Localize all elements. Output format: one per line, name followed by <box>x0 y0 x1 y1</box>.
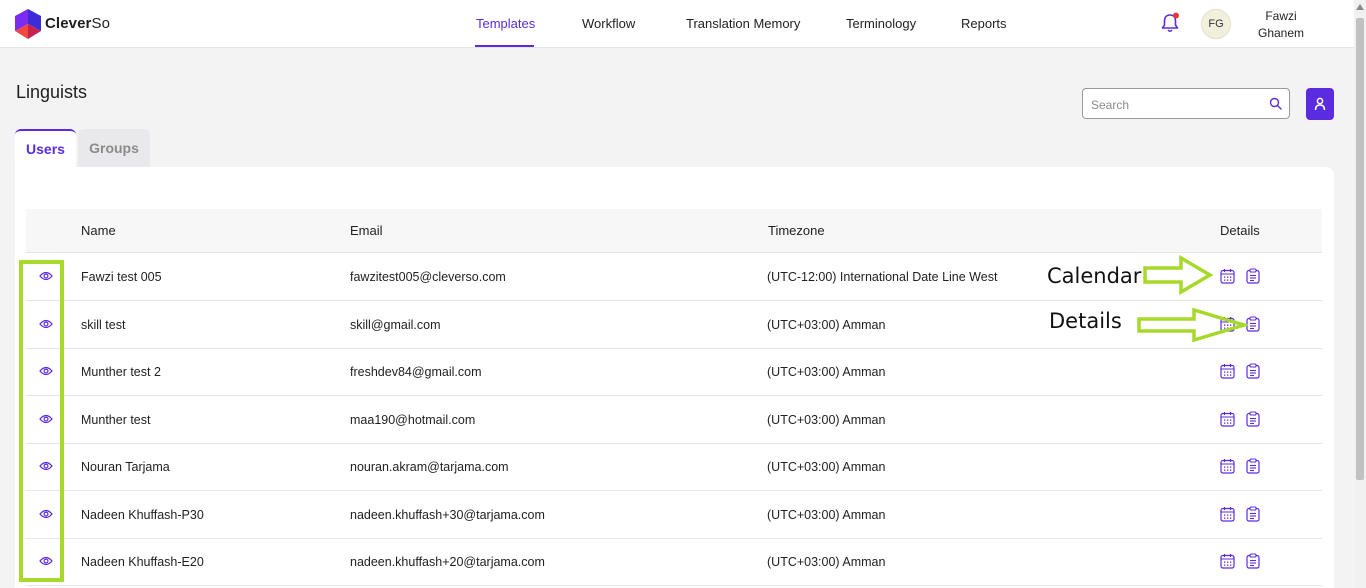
nav-translation-memory[interactable]: Translation Memory <box>686 16 800 31</box>
cell-name: Munther test 2 <box>81 365 161 379</box>
calendar-icon[interactable] <box>1220 458 1235 474</box>
cell-name: Nouran Tarjama <box>81 460 170 474</box>
cell-name: Nadeen Khuffash-P30 <box>81 508 204 522</box>
nav-reports[interactable]: Reports <box>961 16 1007 31</box>
scroll-up-arrow-icon[interactable] <box>1356 4 1364 10</box>
calendar-icon[interactable] <box>1220 553 1235 569</box>
cell-timezone: (UTC-12:00) International Date Line West <box>767 270 998 284</box>
column-header-email[interactable]: Email <box>350 223 383 238</box>
details-clipboard-icon[interactable] <box>1246 553 1260 569</box>
cell-email: nadeen.khuffash+30@tarjama.com <box>350 508 545 522</box>
nav-terminology[interactable]: Terminology <box>846 16 916 31</box>
annotation-details-arrow-icon <box>1137 307 1248 343</box>
top-navigation-bar: CleverSo Templates Workflow Translation … <box>0 0 1354 48</box>
annotation-calendar-label: Calendar <box>1047 264 1142 288</box>
brand-name[interactable]: CleverSo <box>45 15 110 32</box>
details-clipboard-icon[interactable] <box>1246 363 1260 379</box>
search-input[interactable] <box>1089 95 1273 115</box>
nav-templates[interactable]: Templates <box>476 16 535 31</box>
calendar-icon[interactable] <box>1220 268 1235 284</box>
table-row: Nadeen Khuffash-P30 nadeen.khuffash+30@t… <box>26 491 1322 539</box>
cell-timezone: (UTC+03:00) Amman <box>767 555 886 569</box>
cell-timezone: (UTC+03:00) Amman <box>767 365 886 379</box>
calendar-icon[interactable] <box>1220 506 1235 522</box>
details-clipboard-icon[interactable] <box>1246 506 1260 522</box>
cell-timezone: (UTC+03:00) Amman <box>767 508 886 522</box>
cell-name: Fawzi test 005 <box>81 270 162 284</box>
cell-timezone: (UTC+03:00) Amman <box>767 460 886 474</box>
user-name[interactable]: Fawzi Ghanem <box>1250 8 1312 42</box>
brand-light: So <box>91 15 111 32</box>
table-header: Name Email Timezone Details <box>26 209 1322 253</box>
add-user-button[interactable] <box>1306 88 1334 120</box>
bell-icon[interactable] <box>1160 12 1180 34</box>
cell-name: Munther test <box>81 413 151 427</box>
cell-email: maa190@hotmail.com <box>350 413 476 427</box>
nav-active-underline <box>475 45 534 47</box>
tab-users[interactable]: Users <box>15 129 76 167</box>
table-row: Nadeen Khuffash-E20 nadeen.khuffash+20@t… <box>26 538 1322 586</box>
cell-timezone: (UTC+03:00) Amman <box>767 318 886 332</box>
cell-name: skill test <box>81 318 126 332</box>
nav-workflow[interactable]: Workflow <box>582 16 635 31</box>
user-first-name: Fawzi <box>1265 9 1297 23</box>
brand-bold: Clever <box>45 15 92 32</box>
user-avatar[interactable]: FG <box>1201 9 1231 39</box>
eye-column-highlight-box <box>19 260 64 582</box>
add-user-icon <box>1314 97 1326 111</box>
cleverso-logo-icon[interactable] <box>15 9 41 39</box>
cell-email: freshdev84@gmail.com <box>350 365 482 379</box>
table-row: Nouran Tarjama nouran.akram@tarjama.com … <box>26 443 1322 491</box>
details-clipboard-icon[interactable] <box>1246 268 1260 284</box>
column-header-name[interactable]: Name <box>81 223 116 238</box>
annotation-details-label: Details <box>1049 309 1122 333</box>
search-box[interactable] <box>1082 88 1290 119</box>
tab-groups[interactable]: Groups <box>78 129 150 167</box>
cell-name: Nadeen Khuffash-E20 <box>81 555 204 569</box>
details-clipboard-icon[interactable] <box>1246 411 1260 427</box>
cell-email: nouran.akram@tarjama.com <box>350 460 509 474</box>
cell-timezone: (UTC+03:00) Amman <box>767 413 886 427</box>
table-row: Munther test maa190@hotmail.com (UTC+03:… <box>26 396 1322 444</box>
column-header-timezone[interactable]: Timezone <box>768 223 825 238</box>
annotation-calendar-arrow-icon <box>1143 255 1214 295</box>
cell-email: skill@gmail.com <box>350 318 441 332</box>
column-header-details: Details <box>1220 223 1260 238</box>
table-row: skill test skill@gmail.com (UTC+03:00) A… <box>26 301 1322 349</box>
details-clipboard-icon[interactable] <box>1246 316 1260 332</box>
cell-email: fawzitest005@cleverso.com <box>350 270 506 284</box>
details-clipboard-icon[interactable] <box>1246 458 1260 474</box>
scrollbar-thumb[interactable] <box>1356 18 1364 480</box>
search-icon[interactable] <box>1269 97 1282 110</box>
cell-email: nadeen.khuffash+20@tarjama.com <box>350 555 545 569</box>
table-row: Munther test 2 freshdev84@gmail.com (UTC… <box>26 348 1322 396</box>
user-last-name: Ghanem <box>1257 26 1305 40</box>
calendar-icon[interactable] <box>1220 363 1235 379</box>
page-title: Linguists <box>16 82 88 102</box>
calendar-icon[interactable] <box>1220 411 1235 427</box>
